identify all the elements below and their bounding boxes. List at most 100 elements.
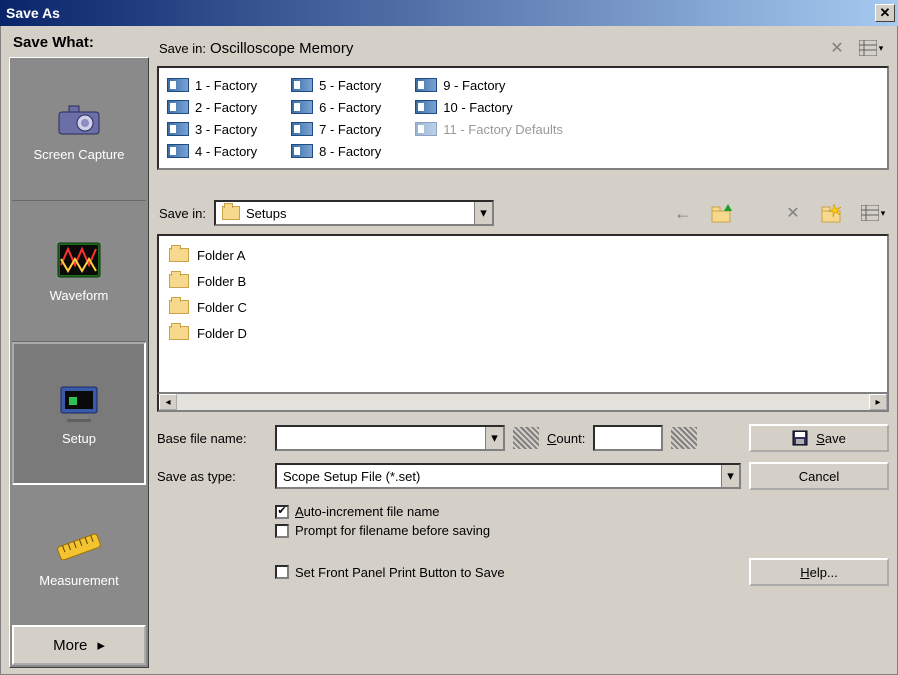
save-as-type-value: Scope Setup File (*.set) <box>277 469 721 484</box>
checkbox-icon <box>275 565 289 579</box>
prompt-checkbox[interactable]: Prompt for filename before saving <box>275 523 741 538</box>
memory-slot-icon <box>291 122 313 136</box>
folder-item[interactable]: Folder D <box>169 320 877 346</box>
memory-entry[interactable]: 9 - Factory <box>415 74 563 96</box>
grid-view-icon <box>859 40 877 56</box>
file-list-scrollbar[interactable]: ◂ ▸ <box>157 394 889 412</box>
memory-entry-label: 9 - Factory <box>443 78 505 93</box>
memory-entry: 11 - Factory Defaults <box>415 118 563 140</box>
memory-savein-label: Save in: <box>159 41 210 56</box>
measurement-icon <box>55 523 103 567</box>
memory-entry[interactable]: 1 - Factory <box>167 74 257 96</box>
new-folder-icon <box>820 203 842 223</box>
folder-icon <box>169 274 189 288</box>
new-folder-button[interactable] <box>819 201 843 225</box>
front-panel-checkbox[interactable]: Set Front Panel Print Button to Save <box>275 565 741 580</box>
memory-entry[interactable]: 4 - Factory <box>167 140 257 162</box>
sidebar-item-setup[interactable]: Setup <box>12 342 146 486</box>
more-label: More <box>53 637 87 654</box>
memory-entry[interactable]: 3 - Factory <box>167 118 257 140</box>
hatch-icon <box>671 427 697 449</box>
scroll-track[interactable] <box>177 394 869 410</box>
memory-delete-button[interactable]: ✕ <box>825 36 849 60</box>
savein-dropdown[interactable]: Setups ▾ <box>214 200 494 226</box>
more-button[interactable]: More ▸ <box>12 625 146 665</box>
memory-slot-icon <box>167 144 189 158</box>
back-button[interactable]: ← <box>671 201 695 225</box>
folder-label: Folder C <box>197 300 247 315</box>
sidebar: Screen Capture Waveform Setup Measuremen… <box>9 57 149 668</box>
folder-item[interactable]: Folder C <box>169 294 877 320</box>
folder-label: Folder B <box>197 274 246 289</box>
camera-icon <box>55 97 103 141</box>
savein-value: Setups <box>246 206 474 221</box>
folder-icon <box>169 326 189 340</box>
save-as-type-label: Save as type: <box>157 469 267 484</box>
waveform-icon <box>55 238 103 282</box>
folder-up-icon <box>710 203 732 223</box>
file-list[interactable]: Folder A Folder B Folder C Folder D <box>157 234 889 394</box>
memory-entry-label: 1 - Factory <box>195 78 257 93</box>
file-savein-label: Save in: <box>159 206 206 221</box>
memory-view-button[interactable]: ▾ <box>855 36 887 60</box>
file-delete-button[interactable]: ✕ <box>781 201 805 225</box>
chevron-down-icon: ▾ <box>881 208 886 219</box>
sidebar-item-screen-capture[interactable]: Screen Capture <box>12 60 146 201</box>
floppy-icon <box>792 430 808 446</box>
memory-slot-icon <box>415 100 437 114</box>
memory-entry-label: 2 - Factory <box>195 100 257 115</box>
cancel-button[interactable]: Cancel <box>749 462 889 490</box>
file-view-button[interactable]: ▾ <box>857 201 889 225</box>
scroll-left-button[interactable]: ◂ <box>159 394 177 410</box>
folder-label: Folder D <box>197 326 247 341</box>
memory-slot-icon <box>167 100 189 114</box>
auto-increment-checkbox[interactable]: ✔ Auto-increment file name <box>275 504 741 519</box>
folder-label: Folder A <box>197 248 245 263</box>
sidebar-item-measurement[interactable]: Measurement <box>12 485 146 625</box>
sidebar-item-label: Setup <box>62 431 96 446</box>
setup-icon <box>55 381 103 425</box>
memory-entry[interactable]: 8 - Factory <box>291 140 381 162</box>
delete-icon: ✕ <box>786 203 799 223</box>
memory-location: Oscilloscope Memory <box>210 40 353 57</box>
grid-view-icon <box>861 205 879 221</box>
memory-entry-label: 11 - Factory Defaults <box>443 122 563 137</box>
memory-entry[interactable]: 2 - Factory <box>167 96 257 118</box>
up-button[interactable] <box>709 201 733 225</box>
help-button[interactable]: Help... <box>749 558 889 586</box>
memory-slot-icon <box>415 78 437 92</box>
sidebar-item-waveform[interactable]: Waveform <box>12 201 146 342</box>
base-filename-dropdown[interactable]: ▾ <box>275 425 505 451</box>
scroll-right-button[interactable]: ▸ <box>869 394 887 410</box>
memory-entry[interactable]: 10 - Factory <box>415 96 563 118</box>
chevron-down-icon: ▾ <box>485 427 503 449</box>
memory-entry[interactable]: 5 - Factory <box>291 74 381 96</box>
memory-entry-label: 4 - Factory <box>195 144 257 159</box>
count-input[interactable] <box>593 425 663 451</box>
window-title: Save As <box>6 5 875 21</box>
memory-slot-icon <box>167 78 189 92</box>
sidebar-item-label: Screen Capture <box>33 147 124 162</box>
memory-slot-icon <box>291 144 313 158</box>
memory-entry-label: 10 - Factory <box>443 100 512 115</box>
folder-item[interactable]: Folder A <box>169 242 877 268</box>
memory-slot-icon <box>415 122 437 136</box>
chevron-down-icon: ▾ <box>879 43 884 54</box>
sidebar-item-label: Waveform <box>50 288 109 303</box>
chevron-down-icon: ▾ <box>721 465 739 487</box>
delete-icon: ✕ <box>830 38 843 58</box>
chevron-right-icon: ▸ <box>97 636 105 654</box>
count-label: Count: <box>547 431 585 446</box>
memory-entry-label: 8 - Factory <box>319 144 381 159</box>
save-as-type-dropdown[interactable]: Scope Setup File (*.set) ▾ <box>275 463 741 489</box>
memory-entry[interactable]: 6 - Factory <box>291 96 381 118</box>
memory-entry-label: 3 - Factory <box>195 122 257 137</box>
save-button[interactable]: Save <box>749 424 889 452</box>
checkbox-icon: ✔ <box>275 505 289 519</box>
close-button[interactable]: ✕ <box>875 4 895 22</box>
memory-entry-label: 7 - Factory <box>319 122 381 137</box>
memory-entry[interactable]: 7 - Factory <box>291 118 381 140</box>
folder-icon <box>222 206 240 220</box>
folder-item[interactable]: Folder B <box>169 268 877 294</box>
titlebar: Save As ✕ <box>0 0 898 26</box>
